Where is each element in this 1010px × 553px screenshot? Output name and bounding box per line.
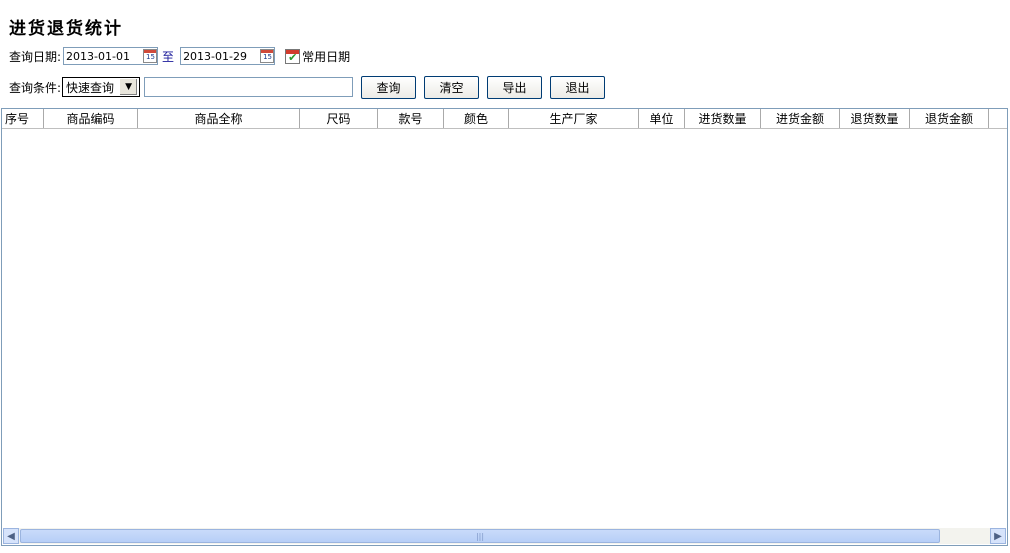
query-row: 查询条件: 快速查询 ▼ 查询 清空 导出 退出: [9, 75, 606, 99]
table-header: 序号 商品编码 商品全称 尺码 款号 颜色 生产厂家 单位 进货数量 进货金额 …: [2, 109, 1007, 129]
column-header[interactable]: 生产厂家: [509, 109, 639, 128]
page-title: 进货退货统计: [9, 19, 123, 39]
query-mode-select[interactable]: 快速查询 ▼: [62, 77, 141, 97]
column-header[interactable]: 退货金额: [910, 109, 989, 128]
start-date-field[interactable]: 2013-01-01 15: [63, 47, 159, 65]
column-header[interactable]: 序号: [2, 109, 44, 128]
query-mode-value: 快速查询: [66, 80, 115, 95]
date-filter-row: 查询日期: 2013-01-01 15 至 2013-01-29 15 常用日期: [9, 46, 350, 66]
chevron-down-icon[interactable]: ▼: [119, 78, 139, 96]
common-dates-link[interactable]: 常用日期: [302, 48, 350, 65]
query-input[interactable]: [144, 77, 354, 97]
arrow-right-icon[interactable]: ▶: [990, 528, 1006, 544]
start-date-value: 2013-01-01: [66, 49, 130, 63]
column-header[interactable]: 商品全称: [138, 109, 300, 128]
date-separator: 至: [162, 49, 175, 64]
column-header-filler: [989, 109, 1007, 128]
results-table[interactable]: 序号 商品编码 商品全称 尺码 款号 颜色 生产厂家 单位 进货数量 进货金额 …: [1, 108, 1008, 546]
calendar-icon[interactable]: 15: [143, 49, 158, 63]
horizontal-scrollbar[interactable]: ◀ ||| ▶: [3, 528, 1006, 544]
column-header[interactable]: 商品编码: [44, 109, 138, 128]
column-header[interactable]: 尺码: [300, 109, 378, 128]
scrollbar-thumb[interactable]: |||: [20, 529, 940, 543]
export-button[interactable]: 导出: [487, 75, 543, 99]
exit-button[interactable]: 退出: [550, 75, 606, 99]
column-header[interactable]: 进货数量: [685, 109, 761, 128]
query-condition-label: 查询条件:: [9, 80, 62, 95]
column-header[interactable]: 退货数量: [840, 109, 910, 128]
arrow-left-icon[interactable]: ◀: [3, 528, 19, 544]
query-button[interactable]: 查询: [361, 75, 417, 99]
column-header[interactable]: 进货金额: [761, 109, 840, 128]
end-date-field[interactable]: 2013-01-29 15: [180, 47, 276, 65]
clear-button[interactable]: 清空: [424, 75, 480, 99]
date-label: 查询日期:: [9, 49, 62, 64]
column-header[interactable]: 颜色: [444, 109, 509, 128]
calendar-check-icon[interactable]: [285, 48, 301, 64]
column-header[interactable]: 单位: [639, 109, 685, 128]
column-header[interactable]: 款号: [378, 109, 444, 128]
end-date-value: 2013-01-29: [183, 49, 247, 63]
calendar-icon[interactable]: 15: [260, 49, 275, 63]
